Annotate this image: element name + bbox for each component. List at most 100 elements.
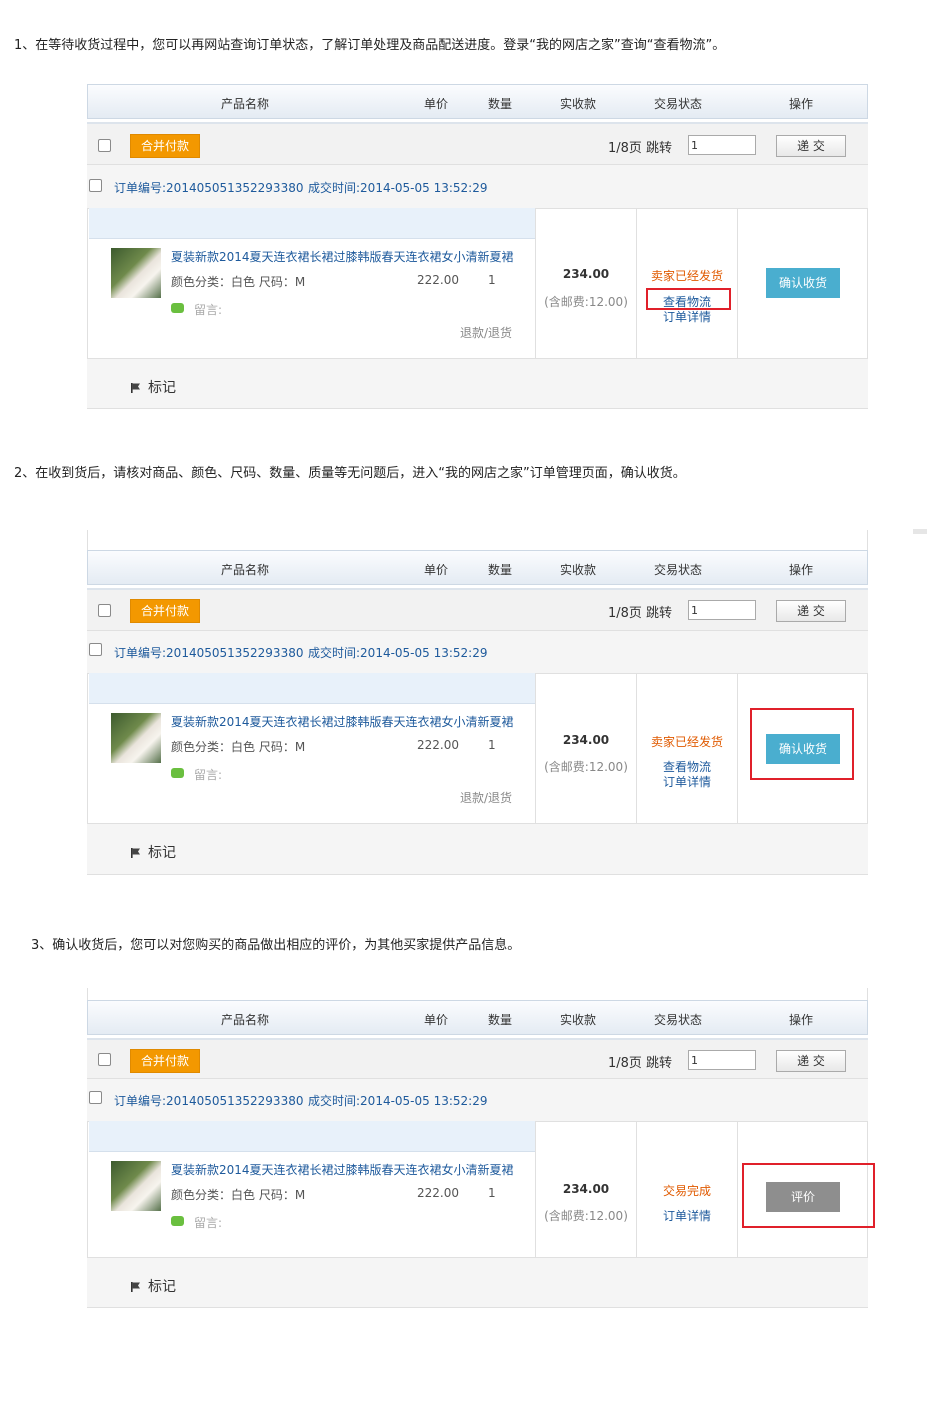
product-title-link[interactable]: 夏装新款2014夏天连衣裙长裙过膝韩版春天连衣裙女小清新夏裙 xyxy=(171,1161,514,1178)
merge-pay-button[interactable]: 合并付款 xyxy=(130,1049,200,1073)
divider xyxy=(737,1121,738,1257)
jump-page-input[interactable]: 1 xyxy=(688,135,756,155)
refund-link[interactable]: 退款/退货 xyxy=(460,789,512,806)
step-1-text: 1、在等待收货过程中，您可以再网站查询订单状态，了解订单处理及商品配送进度。登录… xyxy=(14,38,726,53)
flag-icon xyxy=(131,383,140,393)
product-title-link[interactable]: 夏装新款2014夏天连衣裙长裙过膝韩版春天连衣裙女小清新夏裙 xyxy=(171,713,514,730)
order-info-row: 订单编号:201405051352293380 成交时间:2014-05-05 … xyxy=(87,1079,868,1122)
unit-price: 222.00 xyxy=(417,738,459,752)
col-unit-price: 单价 xyxy=(424,97,449,111)
col-product-name: 产品名称 xyxy=(221,97,270,111)
deal-time: 成交时间:2014-05-05 13:52:29 xyxy=(308,181,488,195)
product-attributes: 颜色分类：白色 尺码：M xyxy=(171,740,306,754)
submit-button[interactable]: 递 交 xyxy=(776,135,846,157)
item-subheader xyxy=(89,208,536,239)
memo-label[interactable]: 留言: xyxy=(194,301,222,318)
order-checkbox[interactable] xyxy=(89,179,102,192)
divider xyxy=(737,208,738,358)
highlight-box xyxy=(750,708,854,780)
jump-page-input[interactable]: 1 xyxy=(688,1050,756,1070)
paid-amount: 234.00 xyxy=(562,267,610,281)
pager-text: 1/8页 跳转 xyxy=(608,606,673,621)
divider xyxy=(737,673,738,823)
order-item-row: 夏装新款2014夏天连衣裙长裙过膝韩版春天连衣裙女小清新夏裙 颜色分类：白色 尺… xyxy=(87,208,868,358)
pager-text: 1/8页 跳转 xyxy=(608,141,673,156)
col-product-name: 产品名称 xyxy=(221,563,270,577)
merge-pay-button[interactable]: 合并付款 xyxy=(130,134,200,158)
table-header: 产品名称 单价 数量 实收款 交易状态 操作 xyxy=(87,84,868,119)
col-paid: 实收款 xyxy=(560,563,597,577)
select-all-checkbox[interactable] xyxy=(98,139,111,152)
order-checkbox[interactable] xyxy=(89,1091,102,1104)
mark-label[interactable]: 标记 xyxy=(148,377,176,397)
table-header: 产品名称 单价 数量 实收款 交易状态 操作 xyxy=(87,550,868,585)
col-status: 交易状态 xyxy=(654,97,703,111)
col-status: 交易状态 xyxy=(654,563,703,577)
refund-link[interactable]: 退款/退货 xyxy=(460,324,512,341)
col-unit-price: 单价 xyxy=(424,563,449,577)
confirm-receipt-button[interactable]: 确认收货 xyxy=(766,268,840,298)
quantity: 1 xyxy=(488,1186,496,1200)
unit-price: 222.00 xyxy=(417,1186,459,1200)
col-quantity: 数量 xyxy=(488,1013,513,1027)
pager-text: 1/8页 跳转 xyxy=(608,1056,673,1071)
col-paid: 实收款 xyxy=(560,1013,597,1027)
col-action: 操作 xyxy=(789,97,814,111)
divider xyxy=(535,673,536,823)
product-title-link[interactable]: 夏装新款2014夏天连衣裙长裙过膝韩版春天连衣裙女小清新夏裙 xyxy=(171,248,514,265)
col-quantity: 数量 xyxy=(488,97,513,111)
table-header: 产品名称 单价 数量 实收款 交易状态 操作 xyxy=(87,1000,868,1035)
message-icon xyxy=(171,303,184,313)
col-status: 交易状态 xyxy=(654,1013,703,1027)
product-attributes: 颜色分类：白色 尺码：M xyxy=(171,275,306,289)
jump-page-input[interactable]: 1 xyxy=(688,600,756,620)
product-thumbnail[interactable] xyxy=(111,1161,161,1211)
item-subheader xyxy=(89,1121,536,1152)
col-quantity: 数量 xyxy=(488,563,513,577)
order-checkbox[interactable] xyxy=(89,643,102,656)
order-status: 卖家已经发货 xyxy=(650,735,723,749)
memo-label[interactable]: 留言: xyxy=(194,766,222,783)
paid-amount: 234.00 xyxy=(562,733,610,747)
message-icon xyxy=(171,768,184,778)
toolbar: 合并付款 1/8页 跳转 1 递 交 xyxy=(87,588,868,631)
toolbar: 合并付款 1/8页 跳转 1 递 交 xyxy=(87,122,868,165)
panel-top-spacer xyxy=(87,530,868,550)
col-product-name: 产品名称 xyxy=(221,1013,270,1027)
select-all-checkbox[interactable] xyxy=(98,604,111,617)
merge-pay-button[interactable]: 合并付款 xyxy=(130,599,200,623)
select-all-checkbox[interactable] xyxy=(98,1053,111,1066)
order-status: 交易完成 xyxy=(662,1184,711,1198)
order-details-link[interactable]: 订单详情 xyxy=(637,773,737,790)
item-subheader xyxy=(89,673,536,704)
product-thumbnail[interactable] xyxy=(111,713,161,763)
memo-label[interactable]: 留言: xyxy=(194,1214,222,1231)
col-unit-price: 单价 xyxy=(424,1013,449,1027)
flag-icon xyxy=(131,848,140,858)
mark-row: 标记 xyxy=(87,823,868,875)
order-details-link[interactable]: 订单详情 xyxy=(637,1207,737,1224)
product-thumbnail[interactable] xyxy=(111,248,161,298)
scroll-marker xyxy=(913,529,927,534)
shipping-fee: (含邮费:12.00) xyxy=(544,295,628,309)
submit-button[interactable]: 递 交 xyxy=(776,1050,846,1072)
step-2-text: 2、在收到货后，请核对商品、颜色、尺码、数量、质量等无问题后，进入“我的网店之家… xyxy=(14,466,686,481)
order-panel-1: 产品名称 单价 数量 实收款 交易状态 操作 合并付款 1/8页 跳转 1 递 … xyxy=(87,84,868,414)
deal-time: 成交时间:2014-05-05 13:52:29 xyxy=(308,1094,488,1108)
col-paid: 实收款 xyxy=(560,97,597,111)
unit-price: 222.00 xyxy=(417,273,459,287)
panel-top-spacer xyxy=(87,988,868,1000)
order-panel-3: 产品名称 单价 数量 实收款 交易状态 操作 合并付款 1/8页 跳转 1 递 … xyxy=(87,988,875,1320)
quantity: 1 xyxy=(488,273,496,287)
order-info-row: 订单编号:201405051352293380 成交时间:2014-05-05 … xyxy=(87,631,868,674)
submit-button[interactable]: 递 交 xyxy=(776,600,846,622)
flag-icon xyxy=(131,1282,140,1292)
order-status: 卖家已经发货 xyxy=(650,269,723,283)
order-panel-2: 产品名称 单价 数量 实收款 交易状态 操作 合并付款 1/8页 跳转 1 递 … xyxy=(87,530,868,880)
mark-label[interactable]: 标记 xyxy=(148,1276,176,1296)
order-details-link[interactable]: 订单详情 xyxy=(637,308,737,325)
mark-label[interactable]: 标记 xyxy=(148,842,176,862)
toolbar: 合并付款 1/8页 跳转 1 递 交 xyxy=(87,1038,868,1079)
message-icon xyxy=(171,1216,184,1226)
order-number: 订单编号:201405051352293380 xyxy=(114,181,304,195)
